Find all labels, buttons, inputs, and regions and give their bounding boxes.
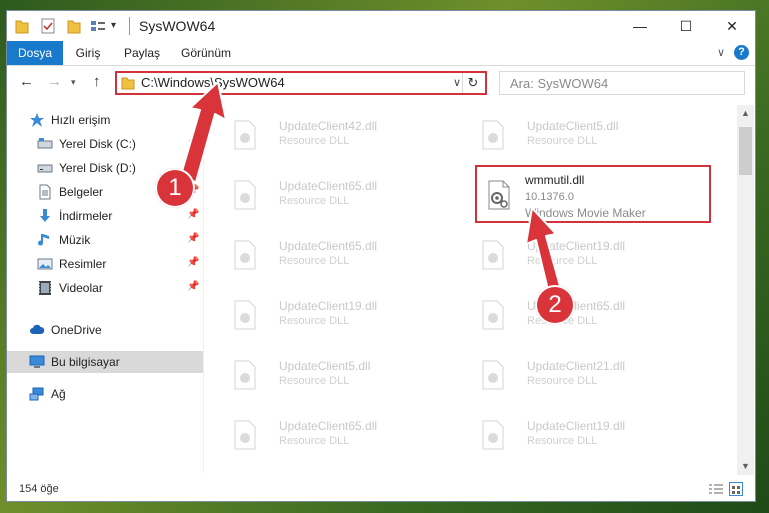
- forward-arrow-icon[interactable]: →: [47, 73, 62, 90]
- file-tile[interactable]: UpdateClient5.dll Resource DLL: [455, 105, 691, 161]
- dll-file-icon: [477, 119, 509, 151]
- dll-file-icon: [229, 299, 261, 331]
- window-title: SysWOW64: [139, 18, 216, 34]
- recent-locations-icon[interactable]: ▾: [71, 77, 76, 88]
- explorer-window: ▾ SysWOW64 — ☐ ✕ Dosya Giriş Paylaş Görü…: [6, 10, 756, 502]
- step-marker-1: 1: [155, 168, 195, 208]
- drive-icon: [37, 136, 53, 152]
- pin-icon[interactable]: 📌: [187, 257, 199, 268]
- back-arrow-icon[interactable]: ←: [19, 73, 34, 90]
- music-icon: [37, 232, 53, 248]
- nav-item-network[interactable]: Ağ: [7, 383, 203, 405]
- properties-check-icon[interactable]: [41, 17, 55, 35]
- dll-file-icon: [477, 299, 509, 331]
- address-path: C:\Windows\SysWOW64: [141, 75, 285, 90]
- nav-item-pictures[interactable]: Resimler 📌: [7, 253, 203, 275]
- vertical-scrollbar[interactable]: ▲ ▼: [737, 105, 754, 475]
- step-marker-2: 2: [535, 285, 575, 325]
- tab-file[interactable]: Dosya: [7, 41, 63, 65]
- file-tile[interactable]: UpdateClient19.dll Resource DLL: [455, 225, 691, 281]
- address-dropdown-icon[interactable]: ∨: [453, 76, 461, 89]
- tab-home[interactable]: Giriş: [63, 41, 113, 65]
- cloud-icon: [29, 322, 45, 338]
- pin-icon[interactable]: 📌: [187, 233, 199, 244]
- tab-share[interactable]: Paylaş: [117, 41, 167, 65]
- search-input[interactable]: Ara: SysWOW64: [499, 71, 745, 95]
- details-view-icon[interactable]: [709, 483, 723, 495]
- highlighted-file-tile[interactable]: wmmutil.dll 10.1376.0 Windows Movie Make…: [475, 165, 711, 223]
- pin-icon[interactable]: 📌: [187, 137, 199, 148]
- drive-icon: [37, 160, 53, 176]
- minimize-button[interactable]: —: [617, 11, 663, 41]
- file-tile[interactable]: UpdateClient65.dll Resource DLL: [207, 165, 443, 221]
- file-tile[interactable]: UpdateClient19.dll Resource DLL: [455, 405, 691, 461]
- pin-icon[interactable]: 📌: [187, 209, 199, 220]
- dll-file-icon: [477, 239, 509, 271]
- network-icon: [29, 386, 45, 402]
- close-button[interactable]: ✕: [709, 11, 755, 41]
- help-icon[interactable]: ?: [734, 45, 749, 60]
- view-options-icon[interactable]: [89, 17, 107, 35]
- dll-file-icon: [477, 359, 509, 391]
- dll-file-icon: [229, 239, 261, 271]
- dll-file-icon: [477, 419, 509, 451]
- dll-file-icon: [229, 419, 261, 451]
- highlighted-file-name: wmmutil.dll: [525, 173, 585, 187]
- file-list: UpdateClient42.dll Resource DLL UpdateCl…: [207, 105, 739, 473]
- nav-item-downloads[interactable]: İndirmeler 📌: [7, 205, 203, 227]
- nav-item-disk-c[interactable]: Yerel Disk (C:) 📌: [7, 133, 203, 155]
- file-tile[interactable]: UpdateClient65.dll Resource DLL: [207, 405, 443, 461]
- file-tile[interactable]: UpdateClient19.dll Resource DLL: [207, 285, 443, 341]
- scroll-down-icon[interactable]: ▼: [737, 458, 754, 475]
- quick-access-dropdown-icon[interactable]: ▾: [111, 20, 121, 38]
- dll-file-icon: [229, 359, 261, 391]
- title-separator: [129, 17, 130, 35]
- nav-item-quick-access[interactable]: Hızlı erişim: [7, 109, 203, 131]
- maximize-button[interactable]: ☐: [663, 11, 709, 41]
- pictures-icon: [37, 256, 53, 272]
- download-icon: [37, 208, 53, 224]
- file-tile[interactable]: UpdateClient5.dll Resource DLL: [207, 345, 443, 401]
- refresh-icon[interactable]: ↻: [462, 73, 483, 93]
- navigation-pane: Hızlı erişim Yerel Disk (C:) 📌 Yerel Dis…: [7, 105, 203, 473]
- file-tile[interactable]: UpdateClient42.dll Resource DLL: [207, 105, 443, 161]
- ribbon-expand-icon[interactable]: ∨: [717, 46, 725, 59]
- address-row: ← → ▾ ↑ C:\Windows\SysWOW64 ∨ ↻ Ara: Sys…: [7, 66, 755, 100]
- nav-item-music[interactable]: Müzik 📌: [7, 229, 203, 251]
- scroll-thumb[interactable]: [739, 127, 752, 175]
- pane-divider[interactable]: [203, 105, 204, 473]
- computer-icon: [29, 354, 45, 370]
- file-tile[interactable]: UpdateClient21.dll Resource DLL: [455, 345, 691, 401]
- nav-item-videos[interactable]: Videolar 📌: [7, 277, 203, 299]
- search-placeholder: Ara: SysWOW64: [510, 76, 609, 91]
- pin-icon[interactable]: 📌: [187, 281, 199, 292]
- folder-icon: [121, 76, 135, 90]
- highlighted-file-version: 10.1376.0: [525, 191, 574, 203]
- highlighted-file-description: Windows Movie Maker: [525, 206, 646, 220]
- nav-item-onedrive[interactable]: OneDrive: [7, 319, 203, 341]
- scroll-up-icon[interactable]: ▲: [737, 105, 754, 122]
- status-bar: 154 öğe: [7, 477, 755, 501]
- tiles-view-icon[interactable]: [729, 482, 743, 496]
- dll-file-icon: [229, 119, 261, 151]
- dll-file-icon: [483, 179, 515, 211]
- document-icon: [37, 184, 53, 200]
- star-icon: [29, 112, 45, 128]
- title-bar: ▾ SysWOW64 — ☐ ✕: [7, 11, 755, 41]
- new-folder-icon[interactable]: [67, 17, 81, 35]
- ribbon-tabs: Dosya Giriş Paylaş Görünüm ∨ ?: [7, 41, 755, 66]
- pin-icon[interactable]: 📌: [187, 161, 199, 172]
- folder-icon[interactable]: [15, 17, 29, 35]
- video-icon: [37, 280, 53, 296]
- file-tile[interactable]: UpdateClient65.dll Resource DLL: [207, 225, 443, 281]
- nav-item-this-pc[interactable]: Bu bilgisayar: [7, 351, 203, 373]
- tab-view[interactable]: Görünüm: [173, 41, 239, 65]
- item-count: 154 öğe: [19, 483, 59, 495]
- up-arrow-icon[interactable]: ↑: [93, 73, 101, 90]
- address-bar[interactable]: C:\Windows\SysWOW64 ∨ ↻: [115, 71, 487, 95]
- dll-file-icon: [229, 179, 261, 211]
